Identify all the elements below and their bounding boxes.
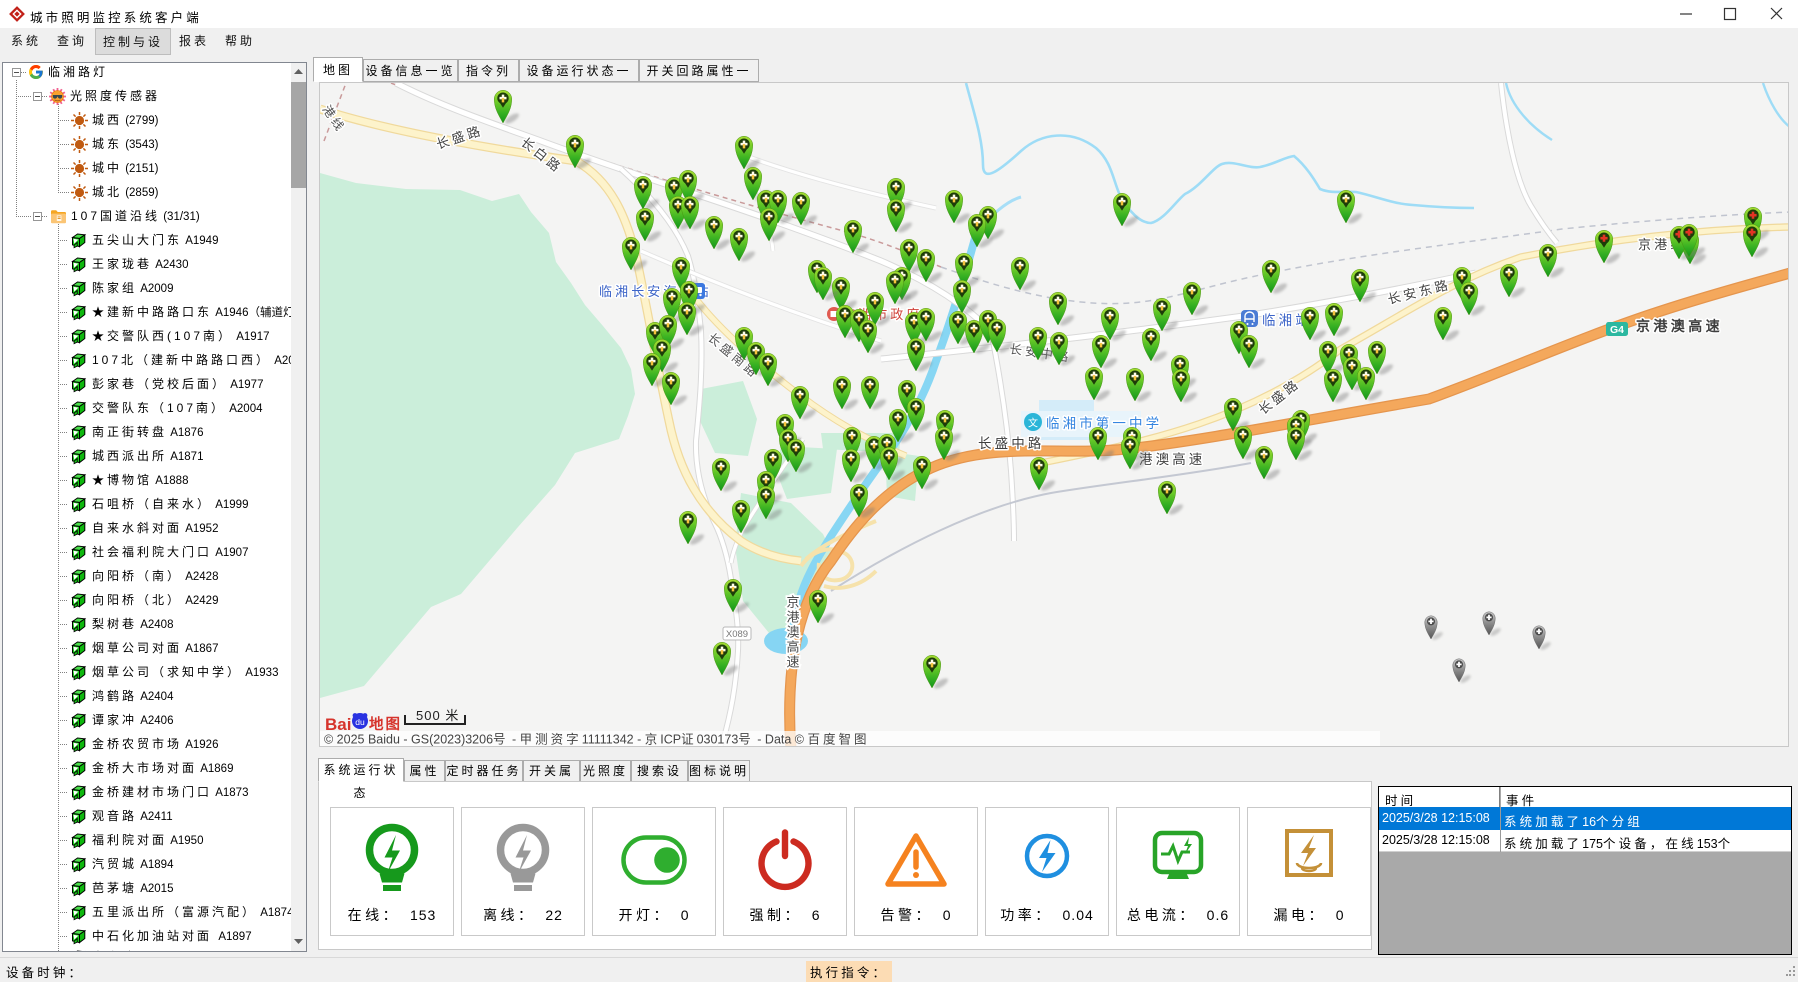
svg-text:地图: 地图 — [369, 715, 402, 733]
svg-text:500 米: 500 米 — [416, 708, 461, 723]
svg-text:京港澳高速: 京港澳高速 — [785, 595, 800, 670]
svg-text:X089: X089 — [726, 629, 748, 640]
svg-text:文: 文 — [1028, 417, 1038, 430]
svg-text:du: du — [355, 717, 365, 727]
svg-text:港澳高速: 港澳高速 — [1139, 451, 1205, 467]
svg-text:临湘市第一中学: 临湘市第一中学 — [1046, 415, 1162, 431]
svg-text:G4: G4 — [1610, 324, 1624, 336]
svg-text:© 2025 Baidu - GS(2023)3206号 -: © 2025 Baidu - GS(2023)3206号 - 甲测资字11111… — [324, 732, 870, 747]
svg-text:长盛中路: 长盛中路 — [978, 436, 1044, 451]
svg-text:京港澳高速: 京港澳高速 — [1636, 318, 1723, 334]
svg-text:Bai: Bai — [325, 715, 351, 734]
